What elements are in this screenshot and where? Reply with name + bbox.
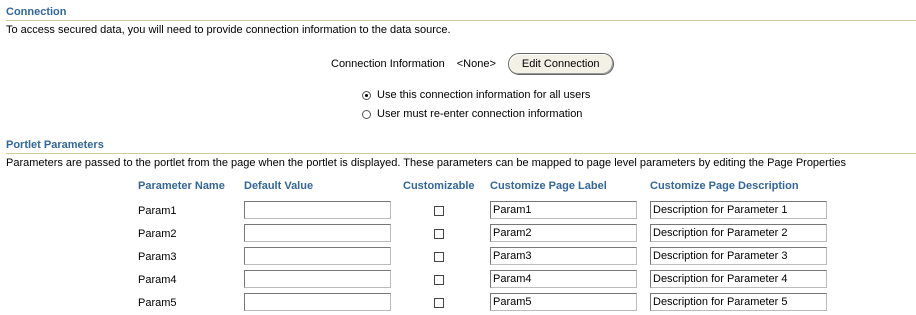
connection-info-label: Connection Information bbox=[331, 58, 445, 70]
portlet-divider bbox=[6, 153, 916, 154]
table-row: Param5 bbox=[0, 293, 916, 315]
table-row: Param4 bbox=[0, 270, 916, 292]
parameter-name: Param4 bbox=[138, 274, 177, 286]
connection-divider bbox=[6, 20, 916, 21]
parameter-name: Param2 bbox=[138, 228, 177, 240]
page-description-input[interactable] bbox=[650, 293, 827, 311]
default-value-input[interactable] bbox=[244, 224, 391, 242]
default-value-input[interactable] bbox=[244, 201, 391, 219]
connection-info-row: Connection Information <None> Edit Conne… bbox=[331, 53, 614, 75]
page-label-input[interactable] bbox=[490, 247, 637, 265]
connection-info-value: <None> bbox=[456, 58, 496, 70]
edit-connection-button[interactable]: Edit Connection bbox=[507, 53, 614, 75]
radio-all-users-label: Use this connection information for all … bbox=[377, 89, 591, 101]
default-value-input[interactable] bbox=[244, 270, 391, 288]
portlet-parameters-title: Portlet Parameters bbox=[6, 139, 104, 151]
page-label-input[interactable] bbox=[490, 293, 637, 311]
header-customize-page-label: Customize Page Label bbox=[490, 180, 607, 192]
page-description-input[interactable] bbox=[650, 224, 827, 242]
customizable-checkbox[interactable] bbox=[434, 229, 444, 239]
connection-description: To access secured data, you will need to… bbox=[6, 24, 451, 36]
page-description-input[interactable] bbox=[650, 270, 827, 288]
default-value-input[interactable] bbox=[244, 293, 391, 311]
radio-all-users-selected[interactable] bbox=[362, 90, 371, 100]
radio-reenter-option[interactable]: User must re-enter connection informatio… bbox=[362, 108, 582, 120]
radio-all-users-option[interactable]: Use this connection information for all … bbox=[362, 89, 590, 101]
default-value-input[interactable] bbox=[244, 247, 391, 265]
header-customize-page-description: Customize Page Description bbox=[650, 180, 799, 192]
portlet-description: Parameters are passed to the portlet fro… bbox=[6, 157, 846, 169]
page-label-input[interactable] bbox=[490, 224, 637, 242]
page-label-input[interactable] bbox=[490, 201, 637, 219]
customizable-checkbox[interactable] bbox=[434, 252, 444, 262]
parameter-name: Param3 bbox=[138, 251, 177, 263]
parameter-name: Param1 bbox=[138, 205, 177, 217]
page-description-input[interactable] bbox=[650, 201, 827, 219]
customizable-checkbox[interactable] bbox=[434, 206, 444, 216]
page-label-input[interactable] bbox=[490, 270, 637, 288]
table-row: Param3 bbox=[0, 247, 916, 269]
parameter-name: Param5 bbox=[138, 297, 177, 309]
radio-reenter-label: User must re-enter connection informatio… bbox=[377, 108, 583, 120]
radio-reenter-unselected[interactable] bbox=[362, 109, 371, 119]
table-row: Param2 bbox=[0, 224, 916, 246]
connection-section-title: Connection bbox=[6, 6, 67, 18]
table-row: Param1 bbox=[0, 201, 916, 223]
header-customizable: Customizable bbox=[403, 180, 475, 192]
header-parameter-name: Parameter Name bbox=[138, 180, 225, 192]
customizable-checkbox[interactable] bbox=[434, 298, 444, 308]
header-default-value: Default Value bbox=[244, 180, 314, 192]
page-description-input[interactable] bbox=[650, 247, 827, 265]
customizable-checkbox[interactable] bbox=[434, 275, 444, 285]
